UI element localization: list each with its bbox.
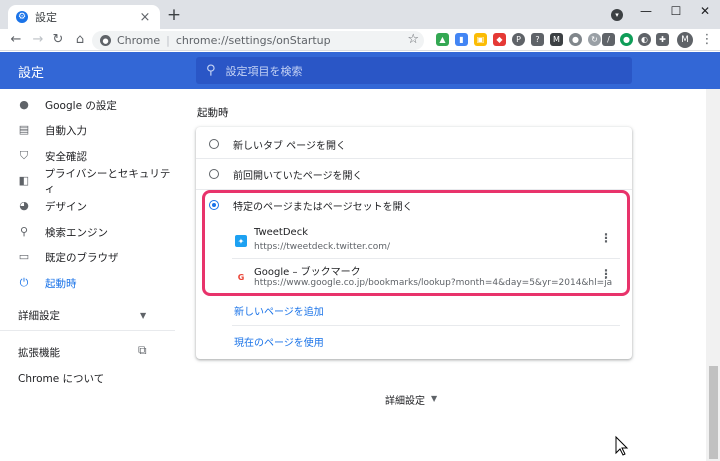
browser-icon: ▭ — [18, 250, 30, 263]
sidebar-item-label: Google の設定 — [45, 99, 117, 112]
translate-icon[interactable]: ◐ — [638, 33, 651, 46]
green-icon[interactable]: ● — [620, 33, 633, 46]
help-icon[interactable]: ? — [531, 33, 544, 46]
search-icon: ⚲ — [19, 225, 29, 238]
tab-settings[interactable]: ⚙ 設定 × — [8, 5, 160, 29]
omnibox-separator: | — [166, 34, 170, 47]
maximize-button[interactable]: ☐ — [666, 3, 686, 19]
sidebar-item-default-browser[interactable]: ▭ 既定のブラウザ — [0, 245, 175, 269]
sidebar-divider — [0, 330, 175, 331]
close-window-button[interactable]: ✕ — [695, 3, 715, 19]
profile-avatar[interactable]: M — [677, 32, 693, 48]
tab-title: 設定 — [35, 11, 57, 24]
search-placeholder: 設定項目を検索 — [225, 64, 303, 78]
puzzle-icon[interactable]: ✚ — [656, 33, 669, 46]
minimize-button[interactable]: — — [636, 3, 656, 19]
omnibox-host: Chrome — [117, 34, 161, 47]
home-button[interactable]: ⌂ — [72, 32, 88, 48]
m-icon[interactable]: M — [550, 33, 563, 46]
power-icon: ⏻ — [19, 276, 29, 289]
pocket-icon[interactable]: ◆ — [493, 33, 506, 46]
page-title: 設定 — [18, 66, 45, 81]
sidebar-item-label: プライバシーとセキュリティ — [44, 168, 171, 195]
sidebar-item-label: 検索エンジン — [45, 226, 108, 239]
chevron-down-icon[interactable]: ▼ — [431, 394, 437, 403]
sidebar-about-chrome[interactable]: Chrome について — [18, 371, 104, 386]
search-icon: ⚲ — [206, 63, 216, 78]
sidebar-extensions[interactable]: 拡張機能 — [18, 345, 60, 360]
palette-icon: ◕ — [19, 199, 29, 212]
omnibox-url[interactable]: chrome://settings/onStartup — [176, 34, 331, 47]
option-continue[interactable]: 前回開いていたページを開く — [209, 165, 609, 183]
lock-icon[interactable]: ▣ — [474, 33, 487, 46]
open-in-new-icon[interactable]: ⧉ — [138, 343, 147, 358]
mouse-cursor-icon — [615, 435, 629, 456]
tab-strip: ⚙ 設定 × + ▾ — ☐ ✕ — [0, 0, 720, 29]
use-current-pages-link[interactable]: 現在のページを使用 — [234, 334, 324, 349]
person-icon: ● — [19, 98, 29, 111]
sidebar-item-label: デザイン — [45, 200, 87, 213]
bookmark-icon[interactable]: ▮ — [455, 33, 468, 46]
tab-close-icon[interactable]: × — [138, 10, 152, 25]
option-label: 新しいタブ ページを開く — [233, 140, 346, 152]
settings-search-input[interactable]: ⚲ 設定項目を検索 — [196, 57, 632, 84]
sidebar-item-label: 安全確認 — [45, 150, 87, 163]
radio-button[interactable] — [209, 139, 219, 149]
sidebar-item-appearance[interactable]: ◕ デザイン — [0, 194, 175, 218]
slash-icon[interactable]: / — [602, 33, 615, 46]
option-label: 前回開いていたページを開く — [233, 170, 363, 182]
forward-button[interactable]: → — [30, 32, 46, 48]
settings-header: 設定 ⚲ 設定項目を検索 — [0, 52, 720, 89]
add-page-link[interactable]: 新しいページを追加 — [234, 303, 324, 318]
address-bar[interactable]: ● Chrome | chrome://settings/onStartup ☆ — [92, 31, 424, 50]
chevron-down-icon[interactable]: ▼ — [140, 311, 146, 320]
scrollbar-thumb[interactable] — [709, 366, 718, 459]
tab-search-icon[interactable]: ▾ — [611, 9, 623, 21]
reload-button[interactable]: ↻ — [50, 32, 66, 48]
radio-button[interactable] — [209, 169, 219, 179]
sidebar-item-autofill[interactable]: ▤ 自動入力 — [0, 118, 175, 142]
bookmark-star-icon[interactable]: ☆ — [407, 32, 419, 47]
new-tab-button[interactable]: + — [166, 7, 182, 24]
browser-toolbar: ← → ↻ ⌂ ● Chrome | chrome://settings/onS… — [0, 29, 720, 51]
sidebar-item-google[interactable]: ● Google の設定 — [0, 93, 175, 117]
github-icon[interactable]: ● — [569, 33, 582, 46]
sidebar-item-label: 起動時 — [45, 277, 77, 290]
settings-gear-icon: ⚙ — [16, 11, 28, 23]
divider — [196, 158, 632, 159]
sidebar-advanced[interactable]: 詳細設定 — [18, 308, 60, 323]
sidebar-item-safety-check[interactable]: ⛉ 安全確認 — [0, 144, 175, 168]
clipboard-icon: ▤ — [18, 123, 30, 136]
shield-icon: ◧ — [18, 174, 29, 187]
chrome-icon: ● — [100, 35, 111, 46]
sync-icon[interactable]: ↻ — [588, 33, 601, 46]
sidebar-item-on-startup[interactable]: ⏻ 起動時 — [0, 271, 175, 295]
shield-check-icon: ⛉ — [19, 149, 29, 162]
annotation-highlight — [202, 190, 630, 296]
drive-icon[interactable]: ▲ — [436, 33, 449, 46]
advanced-settings-toggle[interactable]: 詳細設定 — [385, 392, 425, 407]
option-new-tab[interactable]: 新しいタブ ページを開く — [209, 135, 609, 153]
sidebar-item-search-engine[interactable]: ⚲ 検索エンジン — [0, 220, 175, 244]
divider — [232, 325, 620, 326]
sidebar-item-privacy[interactable]: ◧ プライバシーとセキュリティ — [0, 168, 175, 195]
back-button[interactable]: ← — [8, 32, 24, 48]
pinterest-icon[interactable]: P — [512, 33, 525, 46]
sidebar-item-label: 自動入力 — [45, 124, 87, 137]
menu-icon[interactable]: ⋮ — [699, 32, 715, 48]
section-title: 起動時 — [197, 107, 229, 119]
sidebar-item-label: 既定のブラウザ — [45, 251, 119, 264]
